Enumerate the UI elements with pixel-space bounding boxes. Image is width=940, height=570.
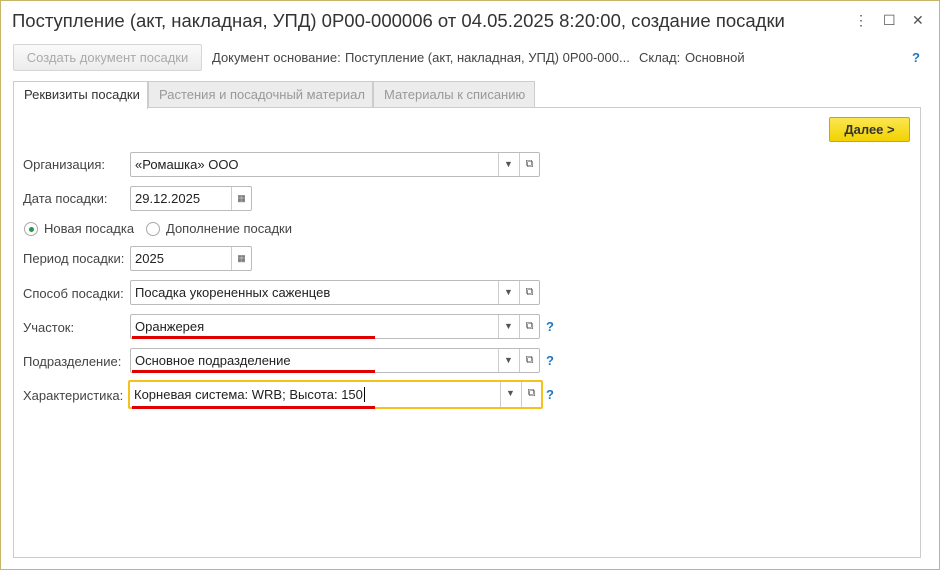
organization-label: Организация:: [23, 157, 106, 172]
tab-planting-details[interactable]: Реквизиты посадки: [13, 81, 148, 109]
radio-new-planting[interactable]: Новая посадка: [24, 221, 134, 236]
close-icon[interactable]: ✕: [912, 12, 924, 29]
dropdown-icon[interactable]: ▼: [498, 349, 518, 372]
red-underline: [132, 336, 375, 339]
dropdown-icon[interactable]: ▼: [498, 281, 518, 304]
period-value: 2025: [135, 251, 164, 266]
dropdown-icon[interactable]: ▼: [498, 153, 518, 176]
dropdown-icon[interactable]: ▼: [498, 315, 518, 338]
tab-write-off-materials[interactable]: Материалы к списанию: [373, 81, 535, 108]
red-underline: [132, 370, 375, 373]
red-underline: [132, 406, 375, 409]
radio-label: Дополнение посадки: [166, 221, 292, 236]
date-label: Дата посадки:: [23, 191, 108, 206]
text-cursor: ​: [363, 387, 365, 402]
open-icon[interactable]: ⧉: [519, 281, 539, 304]
tab-plants-material[interactable]: Растения и посадочный материал: [148, 81, 373, 108]
characteristic-value: Корневая система: WRB; Высота: 150: [134, 387, 363, 402]
open-icon[interactable]: ⧉: [519, 153, 539, 176]
characteristic-label: Характеристика:: [23, 388, 124, 403]
calendar-icon[interactable]: ▦: [231, 247, 251, 270]
method-field[interactable]: Посадка укорененных саженцев ▼ ⧉: [130, 280, 540, 305]
date-value: 29.12.2025: [135, 191, 201, 206]
period-field[interactable]: 2025 ▦: [130, 246, 252, 271]
organization-value: «Ромашка» ООО: [135, 157, 239, 172]
radio-label: Новая посадка: [44, 221, 135, 236]
radio-addition-planting[interactable]: Дополнение посадки: [146, 221, 292, 236]
next-button[interactable]: Далее >: [829, 117, 910, 142]
warehouse-label: Склад:: [639, 50, 681, 65]
radio-icon: [146, 221, 160, 236]
basis-link[interactable]: Поступление (акт, накладная, УПД) 0Р00-0…: [345, 50, 630, 65]
period-label: Период посадки:: [23, 251, 125, 266]
window-title: Поступление (акт, накладная, УПД) 0Р00-0…: [12, 10, 785, 31]
method-value: Посадка укорененных саженцев: [135, 285, 331, 300]
organization-field[interactable]: «Ромашка» ООО ▼ ⧉: [130, 152, 540, 177]
division-label: Подразделение:: [23, 354, 122, 369]
radio-selected-icon: [24, 221, 38, 236]
calendar-icon[interactable]: ▦: [231, 187, 251, 210]
help-icon[interactable]: ?: [912, 50, 920, 65]
characteristic-field[interactable]: Корневая система: WRB; Высота: 150​ ▼⧉: [128, 380, 543, 409]
plot-value: Оранжерея: [135, 319, 205, 334]
method-label: Способ посадки:: [23, 286, 124, 301]
dropdown-icon[interactable]: ▼: [500, 382, 520, 407]
characteristic-help-icon[interactable]: ?: [546, 387, 554, 402]
more-icon[interactable]: ⋮: [854, 12, 868, 29]
open-icon[interactable]: ⧉: [519, 315, 539, 338]
division-help-icon[interactable]: ?: [546, 353, 554, 368]
window: Поступление (акт, накладная, УПД) 0Р00-0…: [0, 0, 940, 570]
plot-help-icon[interactable]: ?: [546, 319, 554, 334]
open-icon[interactable]: ⧉: [521, 382, 541, 407]
warehouse-value: Основной: [685, 50, 745, 65]
maximize-icon[interactable]: ☐: [883, 12, 896, 29]
basis-label: Документ основание:: [212, 50, 341, 65]
date-field[interactable]: 29.12.2025 ▦: [130, 186, 252, 211]
plot-label: Участок:: [23, 320, 75, 335]
division-value: Основное подразделение: [135, 353, 291, 368]
open-icon[interactable]: ⧉: [519, 349, 539, 372]
create-planting-document-button[interactable]: Создать документ посадки: [13, 44, 202, 71]
